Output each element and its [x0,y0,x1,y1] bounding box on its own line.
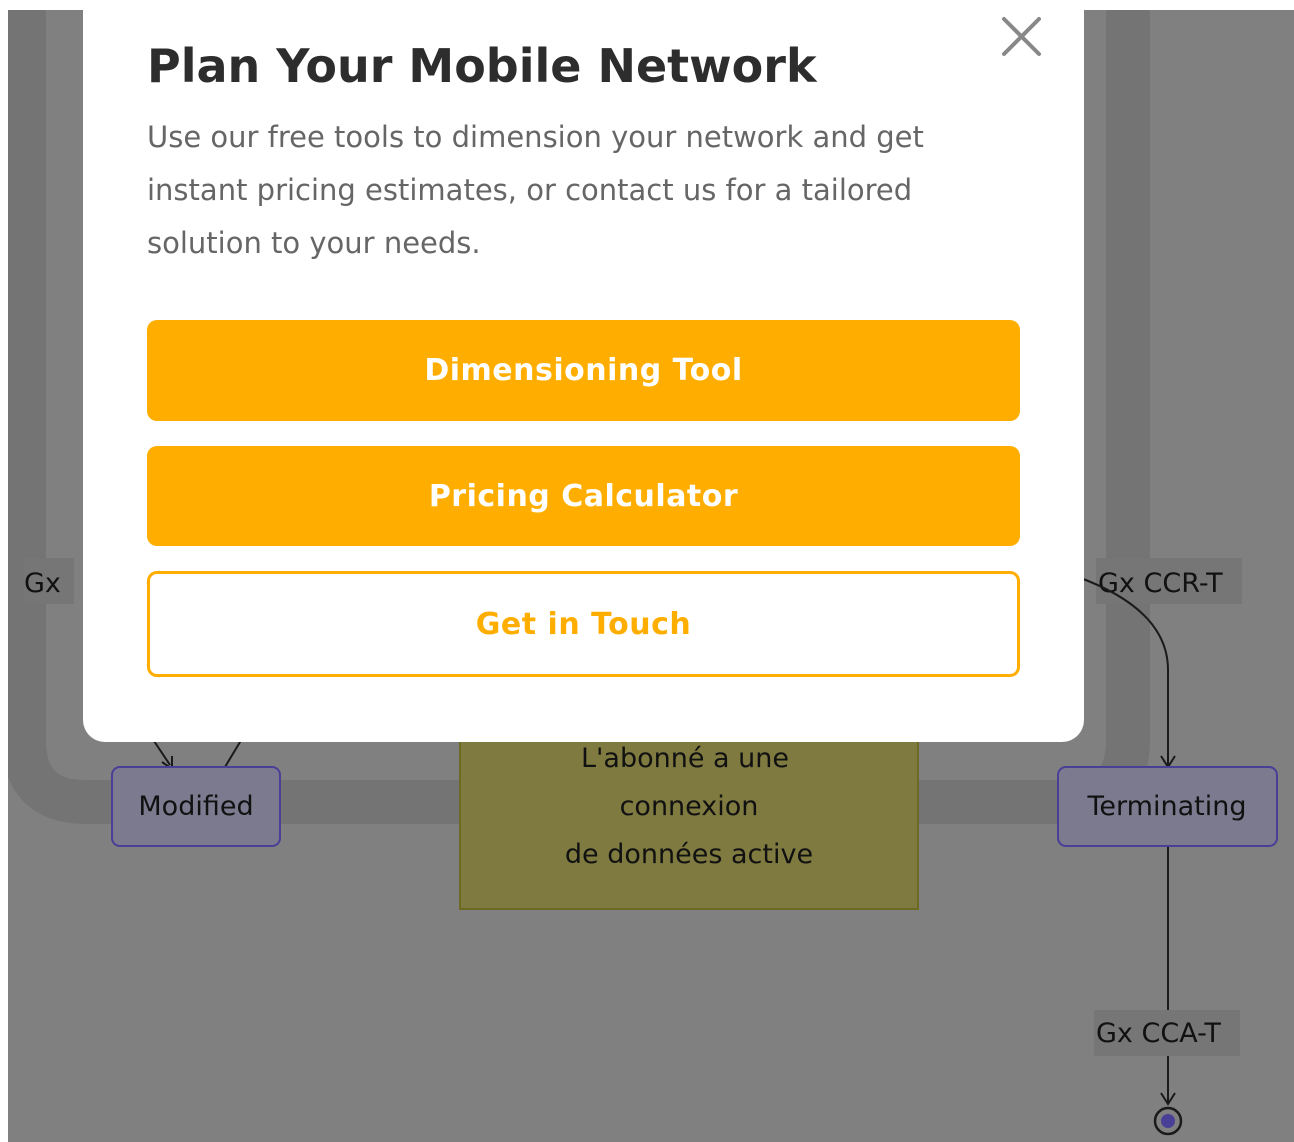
dimensioning-tool-button[interactable]: Dimensioning Tool [147,320,1020,421]
plan-network-modal: Plan Your Mobile Network Use our free to… [83,10,1084,742]
modal-description: Use our free tools to dimension your net… [147,120,924,260]
close-icon[interactable] [997,14,1047,62]
gx-cca-t-label: Gx CCA-T [1096,1018,1221,1049]
pricing-calculator-button[interactable]: Pricing Calculator [147,446,1020,546]
close-button[interactable] [997,14,1047,62]
end-state-inner [1161,1114,1175,1128]
modal-title: Plan Your Mobile Network [147,39,817,93]
page-overlay[interactable]: Gx Modified L'abonné a une connexion de … [8,10,1294,1142]
note-line-1: L'abonné a une [581,743,789,774]
gx-label: Gx [24,568,61,599]
state-terminating-label: Terminating [1087,791,1247,822]
note-line-2: connexion [620,791,759,822]
get-in-touch-button[interactable]: Get in Touch [147,571,1020,677]
state-modified-label: Modified [138,791,253,822]
note-line-3: de données active [565,839,813,870]
